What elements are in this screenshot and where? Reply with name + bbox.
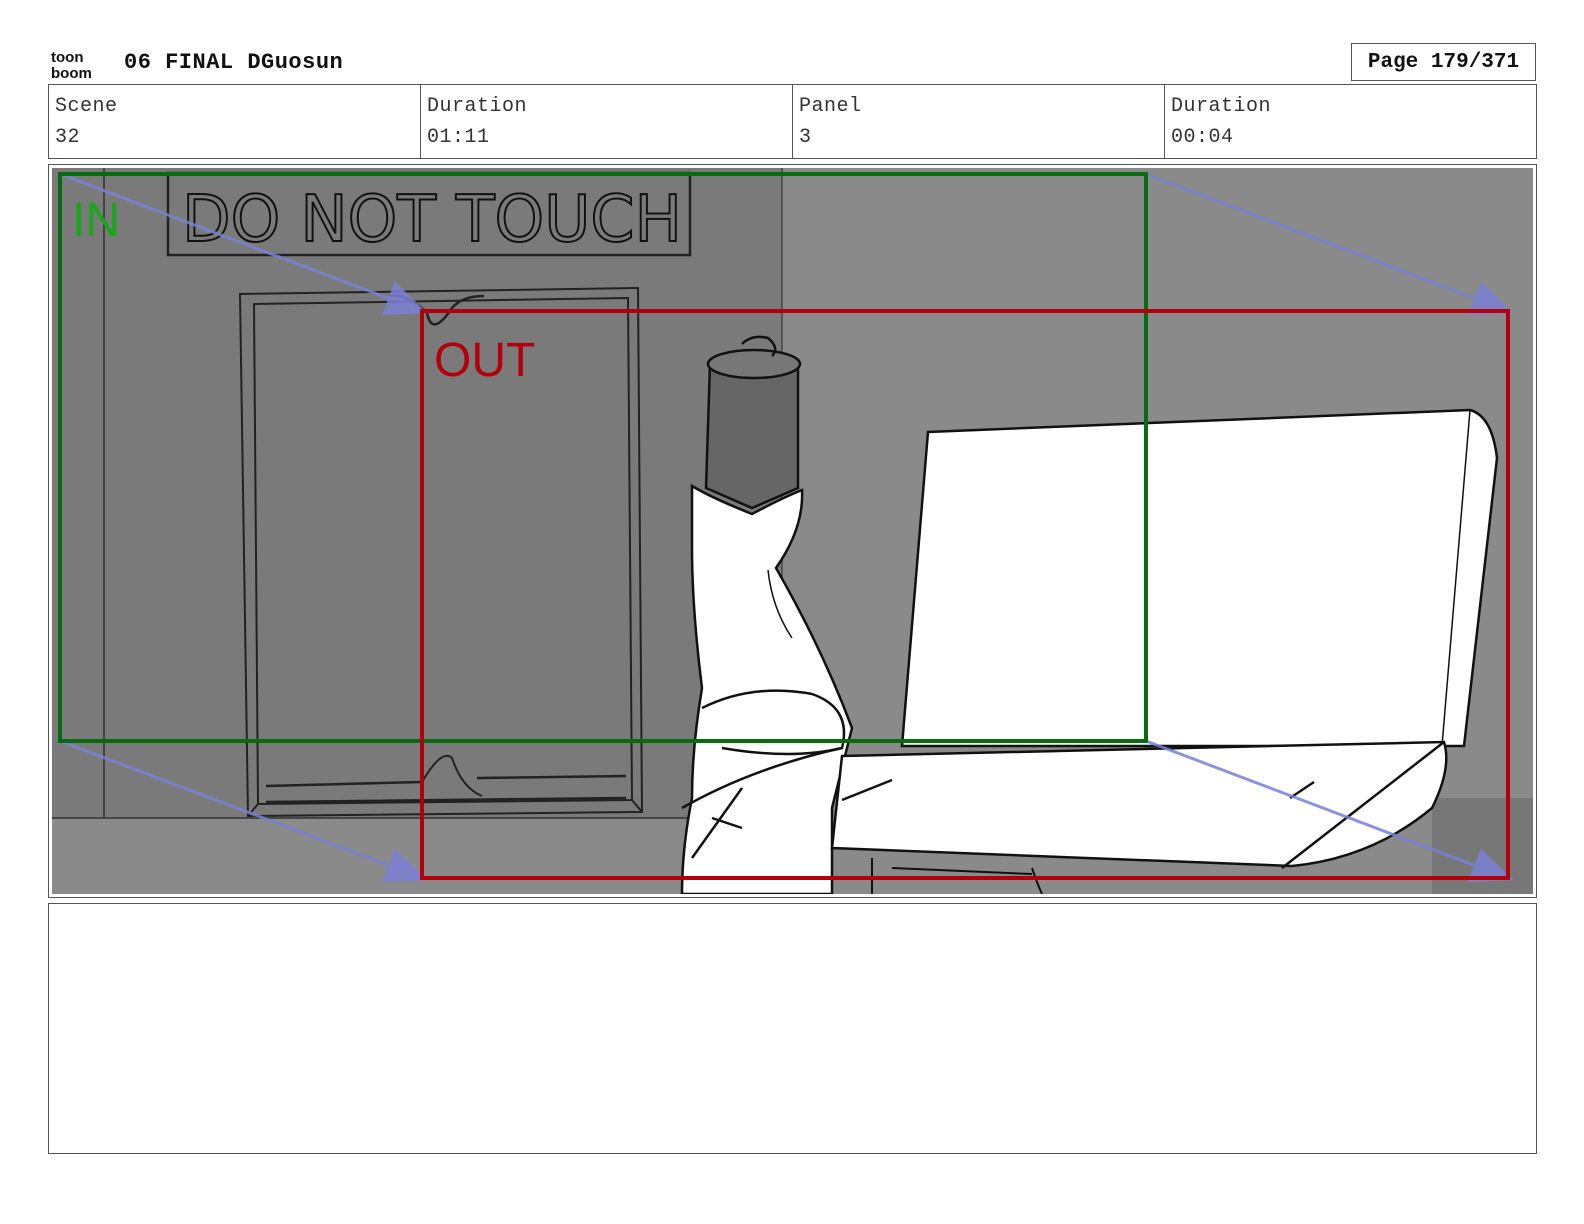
panel-value: 3 — [799, 126, 812, 149]
out-label: OUT — [434, 334, 535, 387]
laptop — [830, 408, 1499, 894]
panel-drawing: DO NOT TOUCH IN OUT — [52, 168, 1533, 894]
wall-dark-area — [52, 168, 782, 818]
storyboard-panel: DO NOT TOUCH IN OUT — [48, 164, 1537, 898]
panel-cell: Panel 3 — [793, 85, 1165, 158]
scene-duration-cell: Duration 01:11 — [421, 85, 793, 158]
scene-info-row: Scene 32 Duration 01:11 Panel 3 Duration… — [48, 84, 1537, 159]
scene-duration-value: 01:11 — [427, 126, 490, 149]
page-indicator: Page 179/371 — [1351, 43, 1536, 81]
logo-text-bottom: boom — [51, 65, 92, 80]
logo-text-top: toon — [51, 49, 83, 66]
panel-duration-label: Duration — [1171, 95, 1272, 118]
panel-label: Panel — [799, 95, 862, 118]
scene-value: 32 — [55, 126, 81, 149]
scene-duration-label: Duration — [427, 95, 528, 118]
scene-cell: Scene 32 — [49, 85, 421, 158]
in-label: IN — [72, 194, 120, 247]
toon-boom-logo: toon boom — [51, 49, 92, 80]
panel-duration-cell: Duration 00:04 — [1165, 85, 1536, 158]
scene-label: Scene — [55, 95, 118, 118]
sign-text: DO NOT TOUCH — [182, 183, 682, 257]
panel-notes-box — [48, 903, 1537, 1154]
panel-duration-value: 00:04 — [1171, 126, 1234, 149]
page-indicator-label: Page 179/371 — [1367, 50, 1520, 74]
document-title: 06 FINAL DGuosun — [124, 50, 344, 75]
